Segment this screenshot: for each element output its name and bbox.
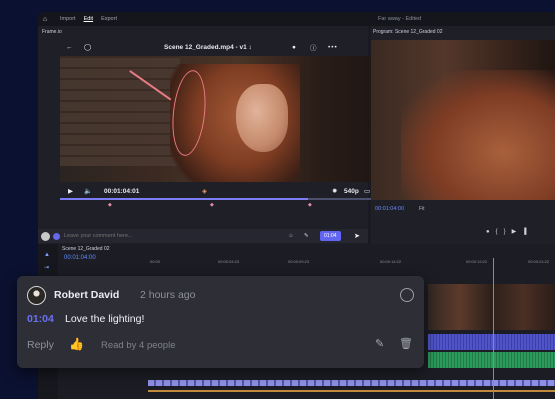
background-bricks	[60, 56, 180, 166]
tab-frameio[interactable]: Frame.io	[42, 29, 62, 35]
compare-icon[interactable]: ●	[292, 44, 296, 51]
program-monitor: Program: Scene 12_Graded 02 00:01:04:00 …	[371, 26, 555, 244]
track-select-icon[interactable]: ⇥	[44, 264, 49, 271]
ruler-label: 00:00:19:22	[466, 259, 488, 264]
audio-track-clip[interactable]	[428, 352, 555, 368]
send-icon[interactable]: ➤	[354, 232, 360, 240]
marker-icon[interactable]: ◆	[308, 202, 312, 208]
gear-icon[interactable]: ✹	[332, 187, 337, 195]
ruler-label: 00:00:04:23	[218, 259, 240, 264]
home-icon[interactable]: ⌂	[38, 16, 52, 23]
comment-author: Robert David	[54, 289, 120, 301]
comment-markers: ◆ ◆ ◆	[60, 202, 382, 210]
back-arrow-icon[interactable]: ←	[66, 44, 73, 51]
playhead[interactable]	[493, 258, 494, 399]
review-video[interactable]	[60, 56, 382, 182]
frameio-icon	[53, 232, 60, 240]
menu-import[interactable]: Import	[60, 16, 76, 22]
ruler-label: 00:00	[150, 259, 161, 264]
draw-icon[interactable]: ✎	[304, 233, 309, 239]
selection-tool-icon[interactable]: ▲	[44, 252, 50, 258]
more-icon[interactable]: •••	[328, 44, 338, 51]
comment-time-chip[interactable]: 01:04	[320, 231, 341, 241]
ruler-label: 00:00:09:23	[288, 259, 310, 264]
trash-icon[interactable]: 🗑	[399, 337, 413, 350]
menu-edit[interactable]: Edit	[84, 16, 93, 22]
ruler-label: 00:00:24:22	[528, 259, 550, 264]
comment-popover: Robert David 2 hours ago 01:04 Love the …	[17, 276, 424, 368]
comment-text: Love the lighting!	[65, 313, 145, 325]
scrub-progress	[60, 198, 308, 200]
tag-icon[interactable]: ◈	[202, 187, 207, 195]
video-title[interactable]: Scene 12_Graded.mp4 - v1 ↕	[164, 44, 252, 51]
thumbs-up-icon[interactable]: 👍	[69, 337, 84, 351]
circle-check-icon[interactable]	[400, 288, 414, 302]
emoji-icon[interactable]: ☺	[288, 233, 294, 239]
play-icon[interactable]: ▶	[68, 187, 73, 195]
volume-icon[interactable]: 🔈	[84, 187, 92, 195]
player-header: ← ◯ Scene 12_Graded.mp4 - v1 ↕ ● ⓘ •••	[60, 40, 360, 54]
menu-bar: ⌂ Import Edit Export Far away - Edited	[38, 12, 555, 26]
frameio-panel: Frame.io ← ◯ Scene 12_Graded.mp4 - v1 ↕ …	[38, 26, 382, 244]
marker-icon[interactable]: ◆	[108, 202, 112, 208]
read-status: Read by 4 people	[101, 340, 176, 351]
resolution-label[interactable]: 540p	[344, 188, 359, 195]
subject-hair	[401, 70, 555, 200]
scrub-bar[interactable]	[60, 198, 382, 200]
marker-icon[interactable]: ◆	[210, 202, 214, 208]
program-video[interactable]	[371, 40, 555, 200]
menu-export[interactable]: Export	[101, 16, 117, 22]
timeline-timecode: 00:01:04:00	[64, 255, 96, 261]
comment-composer: ☺ ✎ 01:04 ➤	[38, 229, 368, 243]
program-timecode: 00:01:04:00	[375, 206, 405, 212]
reply-button[interactable]: Reply	[27, 339, 54, 351]
player-timecode: 00:01:04:01	[104, 187, 140, 195]
comment-time-ago: 2 hours ago	[140, 289, 196, 301]
ruler-label: 00:00:14:22	[380, 259, 402, 264]
video-track-clip[interactable]	[428, 284, 555, 330]
audio-track-clip[interactable]	[428, 334, 555, 350]
chat-icon[interactable]: ◯	[84, 43, 91, 51]
avatar	[27, 286, 46, 305]
info-icon[interactable]: ⓘ	[310, 42, 317, 52]
fit-dropdown[interactable]: Fit	[419, 206, 425, 212]
tab-program[interactable]: Program: Scene 12_Graded 02	[373, 29, 443, 35]
comment-input[interactable]	[64, 231, 274, 241]
avatar	[41, 231, 50, 241]
pencil-icon[interactable]: ✎	[375, 337, 384, 350]
document-title: Far away - Edited	[378, 16, 422, 22]
comment-timecode[interactable]: 01:04	[27, 313, 54, 325]
tab-sequence[interactable]: Scene 12_Graded 02	[62, 246, 110, 252]
subject-face	[236, 84, 288, 152]
fullscreen-icon[interactable]: ▭	[364, 187, 370, 195]
transport-controls[interactable]: ●{}▶▐	[486, 228, 533, 235]
player-controls: ▶ 🔈 00:01:04:01 ◈ ✹ 540p ▭	[60, 184, 382, 198]
